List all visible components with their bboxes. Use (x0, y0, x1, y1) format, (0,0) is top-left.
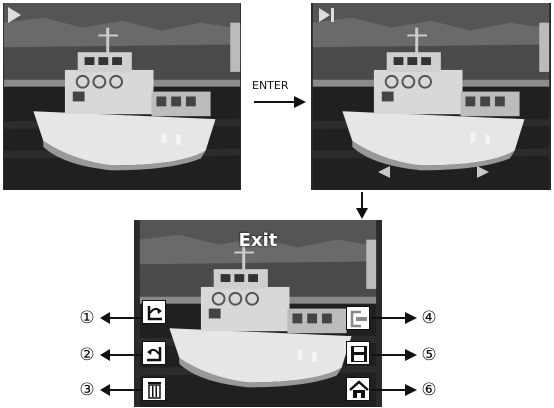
callout-6: ⑥ (421, 380, 437, 400)
rotate-right-icon (147, 306, 162, 321)
callout-arrow-5 (371, 349, 417, 361)
boat-photo (3, 3, 241, 190)
exit-icon (350, 310, 367, 328)
callout-4: ④ (421, 308, 437, 328)
enter-label: ENTER (252, 79, 289, 92)
callout-5: ⑤ (421, 345, 437, 365)
home-icon (349, 380, 369, 398)
arrow-left-icon[interactable] (378, 166, 390, 178)
callout-arrow-4 (371, 312, 417, 324)
delete-button[interactable] (142, 377, 166, 401)
callout-3: ③ (79, 380, 95, 400)
callout-arrow-3 (100, 384, 142, 396)
play-icon (8, 7, 21, 23)
down-arrow-icon (356, 192, 368, 219)
exit-button[interactable] (346, 306, 370, 330)
callout-1: ① (79, 308, 95, 328)
rotate-right-button[interactable] (142, 300, 166, 324)
callout-arrow-6 (371, 384, 417, 396)
callout-arrow-2 (100, 349, 142, 361)
exit-label[interactable]: Exit (134, 230, 382, 251)
rotate-left-button[interactable] (142, 341, 166, 365)
play-pause-icon (319, 8, 341, 24)
callout-arrow-1 (100, 312, 142, 324)
playback-screen (3, 3, 241, 190)
menu-screen: Exit (134, 220, 382, 407)
callout-2: ② (79, 345, 95, 365)
arrow-right-icon[interactable] (477, 166, 489, 178)
save-icon (351, 346, 367, 362)
right-arrow-icon (254, 96, 306, 108)
boat-photo (311, 3, 551, 190)
home-button[interactable] (346, 377, 370, 401)
rotate-left-icon (147, 347, 162, 362)
paused-screen (311, 3, 551, 190)
save-button[interactable] (346, 341, 370, 365)
delete-icon (148, 382, 161, 399)
